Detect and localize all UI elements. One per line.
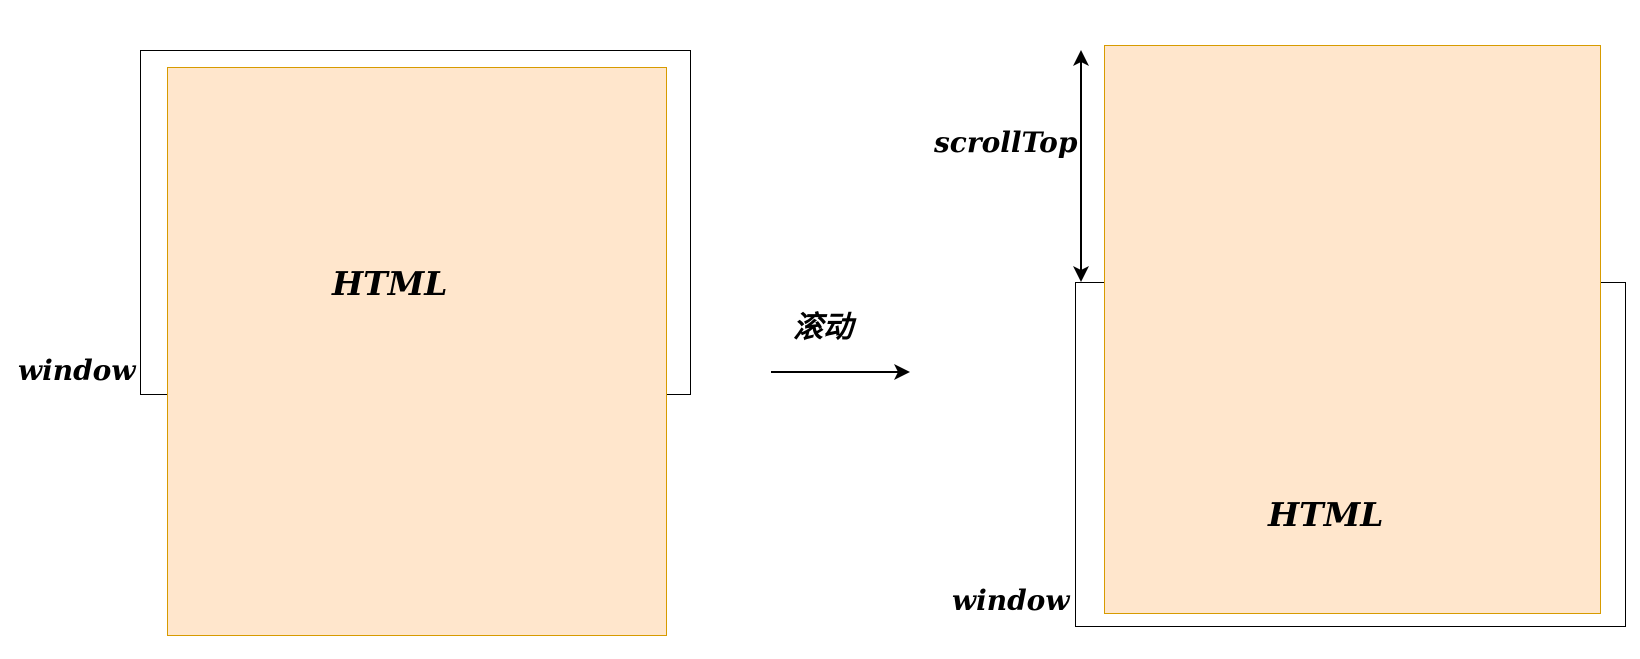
scrolltop-arrow bbox=[1073, 50, 1089, 282]
